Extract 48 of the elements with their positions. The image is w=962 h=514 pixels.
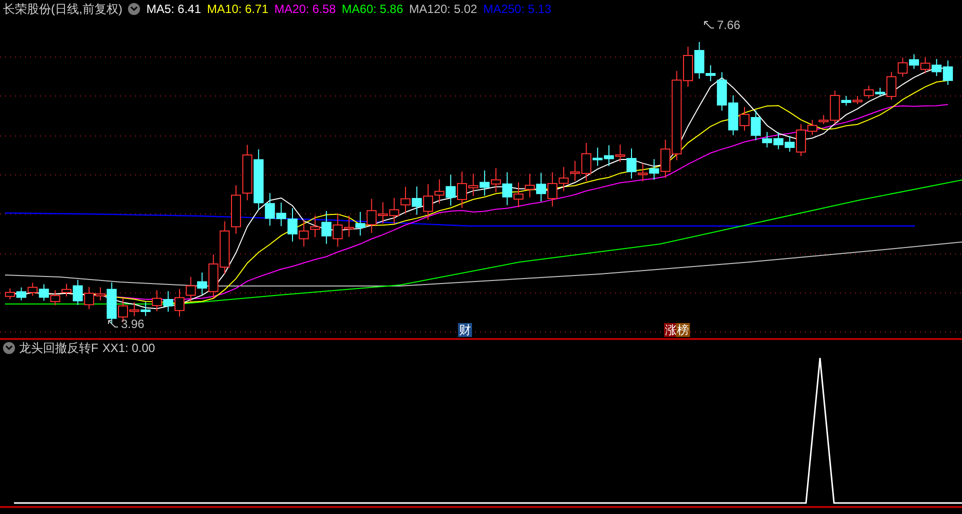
candlestick: [5, 288, 15, 300]
indicator-name: 龙头回撤反转F: [19, 340, 98, 357]
candlestick: [276, 202, 286, 227]
candlestick: [231, 184, 241, 234]
moving-average-reading: MA10: 6.71: [207, 1, 268, 18]
candlestick: [298, 219, 309, 247]
candlestick: [920, 56, 930, 74]
candlestick: [536, 172, 546, 202]
dropdown-icon[interactable]: [128, 3, 140, 15]
candlestick: [524, 173, 535, 198]
indicator-reading: XX1: 0.00: [102, 340, 156, 357]
candlestick: [547, 172, 558, 207]
dropdown-icon[interactable]: [3, 342, 15, 354]
candlestick: [514, 182, 524, 208]
moving-average-reading: MA5: 6.41: [146, 1, 202, 18]
candlestick: [773, 132, 784, 150]
moving-average-reading: MA20: 6.58: [274, 1, 336, 18]
candlestick: [16, 286, 26, 301]
high-price-label: 7.66: [717, 17, 740, 34]
low-price-label: 3.96: [121, 316, 144, 333]
moving-average-reading: MA250: 5.13: [483, 1, 552, 18]
candlestick: [604, 144, 614, 166]
candlestick: [909, 54, 919, 70]
moving-average-reading: MA120: 5.02: [409, 1, 478, 18]
event-badge[interactable]: 榜: [676, 323, 690, 337]
candlestick: [558, 166, 569, 192]
candlestick: [389, 197, 400, 224]
candlestick: [502, 172, 512, 206]
candlestick: [174, 288, 184, 318]
event-badge[interactable]: 财: [458, 323, 472, 337]
candlestick: [186, 276, 196, 302]
pointer-arrow-icon: [704, 21, 714, 29]
moving-average-reading: MA60: 5.86: [342, 1, 404, 18]
candlestick: [38, 284, 49, 302]
candlestick: [28, 282, 38, 296]
candlestick: [355, 211, 366, 236]
stock-title: 长荣股份(日线,前复权): [3, 1, 122, 18]
candlestick: [480, 170, 490, 196]
candlestick: [288, 208, 298, 242]
candlestick: [242, 144, 252, 201]
candlestick: [490, 168, 501, 193]
candlestick: [446, 174, 456, 206]
candlestick: [220, 220, 230, 274]
candlestick: [400, 186, 410, 214]
candlestick: [163, 290, 174, 312]
candlestick: [412, 186, 422, 216]
pointer-arrow-icon: [108, 320, 118, 328]
candlestick: [50, 290, 60, 306]
